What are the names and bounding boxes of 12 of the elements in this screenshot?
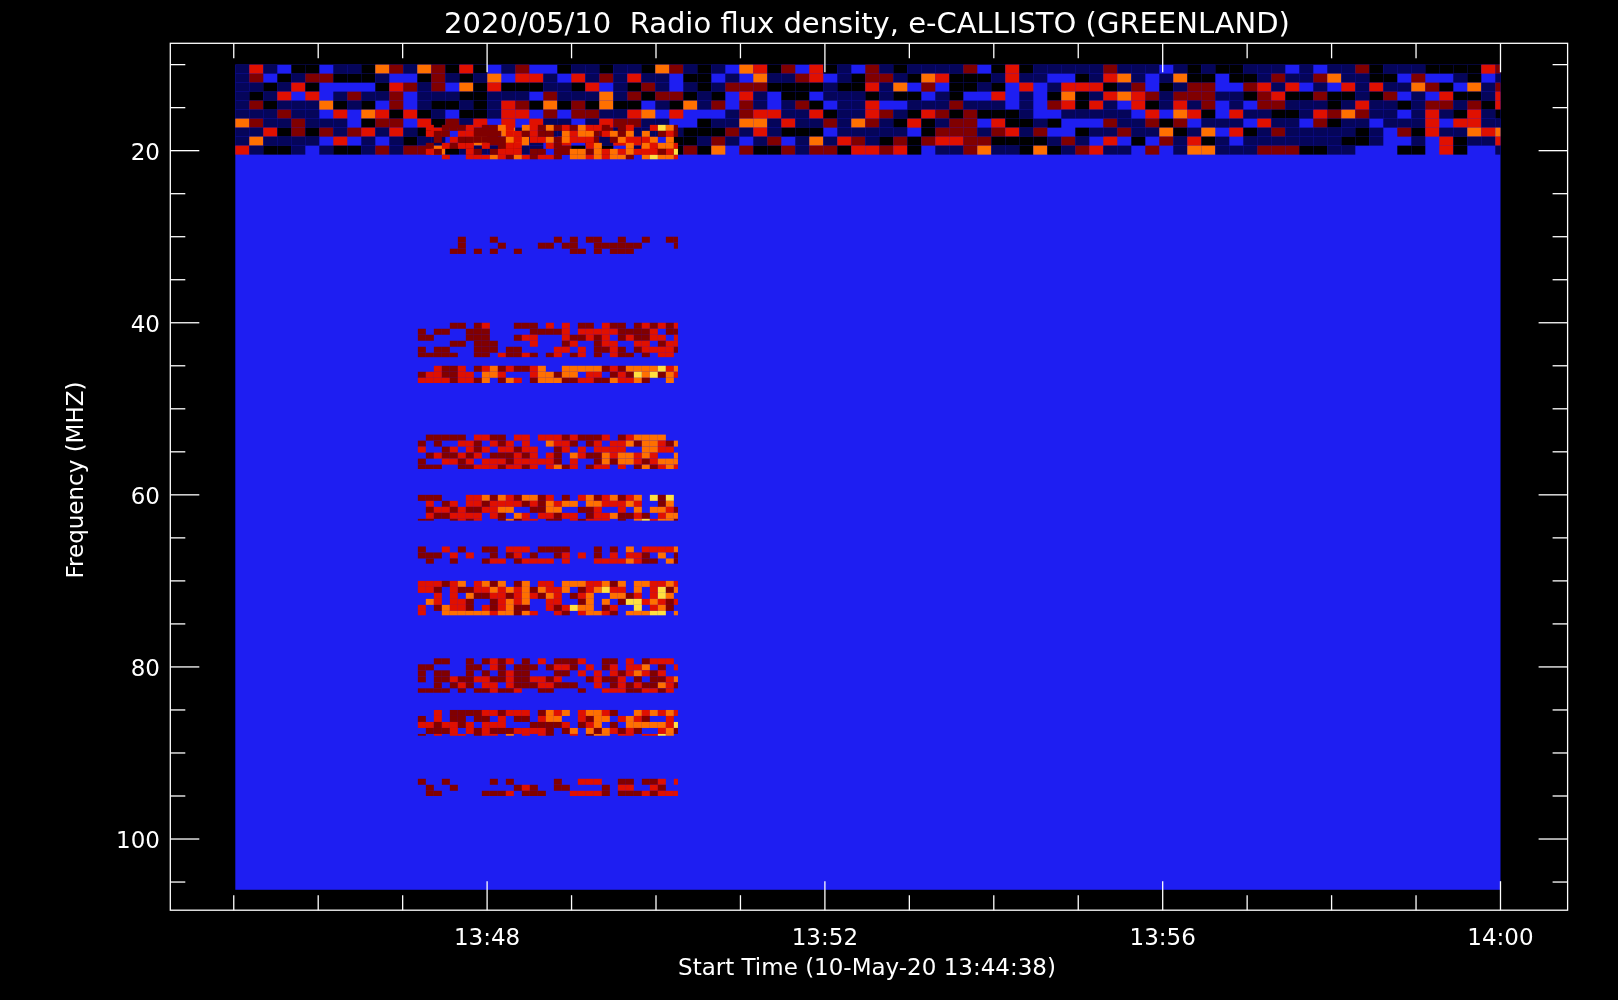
chart-title: 2020/05/10 Radio flux density, e-CALLISTO (GREENLAND) bbox=[444, 6, 1290, 40]
x-tick-label: 13:56 bbox=[1129, 924, 1196, 950]
y-tick-label: 20 bbox=[130, 138, 160, 165]
y-axis-label: Frequency (MHZ) bbox=[62, 381, 88, 579]
y-tick-label: 60 bbox=[130, 482, 160, 509]
x-tick-label: 14:00 bbox=[1467, 924, 1534, 950]
x-tick-label: 13:48 bbox=[453, 924, 521, 950]
y-tick-label: 80 bbox=[130, 654, 160, 681]
y-tick-label: 40 bbox=[130, 310, 160, 337]
y-tick-label: 100 bbox=[116, 827, 160, 853]
x-tick-label: 13:52 bbox=[791, 924, 859, 950]
x-axis-label: Start Time (10-May-20 13:44:38) bbox=[678, 954, 1056, 980]
